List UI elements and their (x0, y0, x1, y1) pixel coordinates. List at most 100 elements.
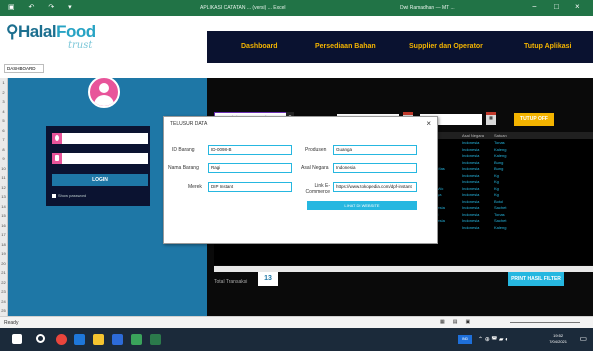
row-number[interactable]: 18 (0, 240, 7, 250)
row-number[interactable]: 13 (0, 192, 7, 202)
language-indicator[interactable]: IND (458, 335, 472, 344)
row-number[interactable]: 25 (0, 306, 7, 316)
nav-dashboard[interactable]: Dashboard (241, 43, 278, 50)
cell-satuan: Bung (494, 159, 504, 165)
telusur-data-dialog: TELUSUR DATA × (163, 116, 438, 244)
store-icon[interactable] (112, 334, 123, 345)
nama-barang-label: Nama Barang (168, 165, 199, 171)
minimize-icon[interactable]: − (532, 2, 537, 11)
close-icon[interactable]: × (575, 2, 580, 11)
row-number[interactable]: 17 (0, 230, 7, 240)
cell-satuan: Kg (494, 192, 499, 197)
merek-field[interactable]: DIP Instant (208, 182, 292, 192)
produsen-field[interactable]: Guanga (333, 145, 417, 155)
row-number[interactable]: 21 (0, 268, 7, 278)
row-number[interactable]: 3 (0, 97, 7, 107)
notification-icon[interactable]: ▭ (579, 334, 587, 343)
cell-satuan: Kg (494, 179, 499, 184)
logo-brand-suffix: Food (56, 22, 96, 41)
login-button[interactable]: LOGIN (52, 174, 148, 186)
row-number[interactable]: 22 (0, 278, 7, 288)
cell-asal-negara: Indonesia (462, 172, 480, 178)
col-satuan[interactable]: Satuan (494, 133, 507, 138)
row-number[interactable]: 10 (0, 164, 7, 174)
id-barang-label: ID Barang (172, 147, 195, 153)
search-icon[interactable] (36, 334, 45, 343)
cell-satuan: Kaleng (494, 153, 507, 158)
windows-taskbar: IND ⌃ ⊕ ◚ ▰ ◐ 19:52 7/04/2021 ▭ (0, 328, 593, 351)
cell-asal-negara: Indonesia (462, 153, 480, 158)
row-number[interactable]: 12 (0, 183, 7, 193)
cell-satuan: Kg (494, 185, 499, 191)
row-headers: 1 2 3 4 5 6 7 8 9 10 11 12 13 14 15 16 17 18 19 20 21 22 23 24 2… (0, 78, 8, 316)
row-number[interactable]: 6 (0, 126, 7, 136)
row-number[interactable]: 4 (0, 107, 7, 117)
cell-satuan: Kaleng (494, 224, 507, 230)
dialog-close-icon[interactable]: × (426, 119, 431, 128)
show-password-checkbox[interactable]: Show password (52, 193, 86, 198)
windows-start-icon[interactable] (12, 334, 22, 344)
tutup-filter-button[interactable]: TUTUP OFF (514, 113, 554, 126)
excel-title-bar: ▣ ↶ ↷ ▾ APLIKASI CATATAN ... (versi) ...… (0, 0, 593, 16)
row-number[interactable]: 1 (0, 78, 7, 88)
row-number[interactable]: 23 (0, 287, 7, 297)
nav-tutup-aplikasi[interactable]: Tutup Aplikasi (524, 43, 571, 50)
user-name: Dwi Ramadhan — MT ... (400, 5, 455, 11)
asal-negara-label: Asal Negara (301, 165, 329, 171)
row-number[interactable]: 9 (0, 154, 7, 164)
row-number[interactable]: 14 (0, 202, 7, 212)
cell-asal-negara: Indonesia (462, 146, 480, 152)
cell-asal-negara: Indonesia (462, 224, 480, 230)
calendar-icon[interactable]: ▦ (486, 112, 496, 125)
print-hasil-filter-button[interactable]: PRINT HASIL FILTER (508, 272, 564, 286)
row-number[interactable]: 11 (0, 173, 7, 183)
system-tray-icons[interactable]: ⌃ ⊕ ◚ ▰ ◐ (478, 336, 509, 343)
row-number[interactable]: 5 (0, 116, 7, 126)
password-field[interactable] (52, 153, 148, 164)
produsen-label: Produsen (305, 147, 327, 153)
chrome-icon[interactable] (56, 334, 67, 345)
row-number[interactable]: 7 (0, 135, 7, 145)
quick-access-icons[interactable]: ▣ ↶ ↷ ▾ (8, 3, 78, 11)
id-barang-field[interactable]: ID-0098-B (208, 145, 292, 155)
merek-label: Merek (188, 184, 202, 190)
cell-asal-negara: Indonesia (462, 159, 480, 165)
total-transaksi-value: 13 (258, 272, 278, 286)
col-asal-negara[interactable]: Asal Negara (462, 133, 484, 138)
row-number[interactable]: 20 (0, 259, 7, 269)
edge-icon[interactable] (74, 334, 85, 345)
lihat-website-button[interactable]: LIHAT DI WEBSITE (307, 201, 417, 210)
row-number[interactable]: 19 (0, 249, 7, 259)
maximize-icon[interactable]: □ (554, 2, 559, 11)
link-ecommerce-field[interactable]: https://www.tokopedia.com/dpf-instant (333, 182, 417, 192)
window-title: APLIKASI CATATAN ... (versi) ... Excel (200, 5, 286, 11)
cell-satuan: Sachet (494, 218, 507, 223)
folder-icon[interactable] (93, 334, 104, 345)
username-field[interactable] (52, 133, 148, 144)
logo-tagline: trust (68, 40, 93, 51)
zoom-slider[interactable] (510, 322, 580, 323)
row-number[interactable]: 24 (0, 297, 7, 307)
row-number[interactable]: 15 (0, 211, 7, 221)
link-ecommerce-label: Link E-Commerce (305, 183, 330, 195)
row-number[interactable]: 16 (0, 221, 7, 231)
location-pin-icon: ⚲ (6, 22, 18, 41)
row-number[interactable]: 2 (0, 88, 7, 98)
app-icon[interactable] (131, 334, 142, 345)
row-number[interactable]: 8 (0, 145, 7, 155)
asal-negara-field[interactable]: Indonesia (333, 163, 417, 173)
view-mode-icons[interactable]: ▦▤▣ (440, 319, 478, 325)
clock-date: 7/04/2021 (549, 339, 567, 344)
table-row[interactable]: PT. SumberIndonesiaKaleng (414, 225, 593, 232)
total-transaksi-label: Total Transaksi (214, 279, 248, 285)
nama-barang-field[interactable]: Ragi (208, 163, 292, 173)
nav-supplier-operator[interactable]: Supplier dan Operator (409, 43, 483, 50)
clock[interactable]: 19:52 7/04/2021 (549, 333, 567, 345)
cell-asal-negara: Indonesia (462, 192, 480, 197)
name-box[interactable]: DASHBOARD (4, 64, 44, 73)
cell-asal-negara: Indonesia (462, 218, 480, 223)
cell-satuan: Sachet (494, 205, 507, 210)
nav-persediaan-bahan[interactable]: Persediaan Bahan (315, 43, 376, 50)
nav-bar: Dashboard Persediaan Bahan Supplier dan … (207, 31, 593, 63)
excel-icon[interactable] (150, 334, 161, 345)
